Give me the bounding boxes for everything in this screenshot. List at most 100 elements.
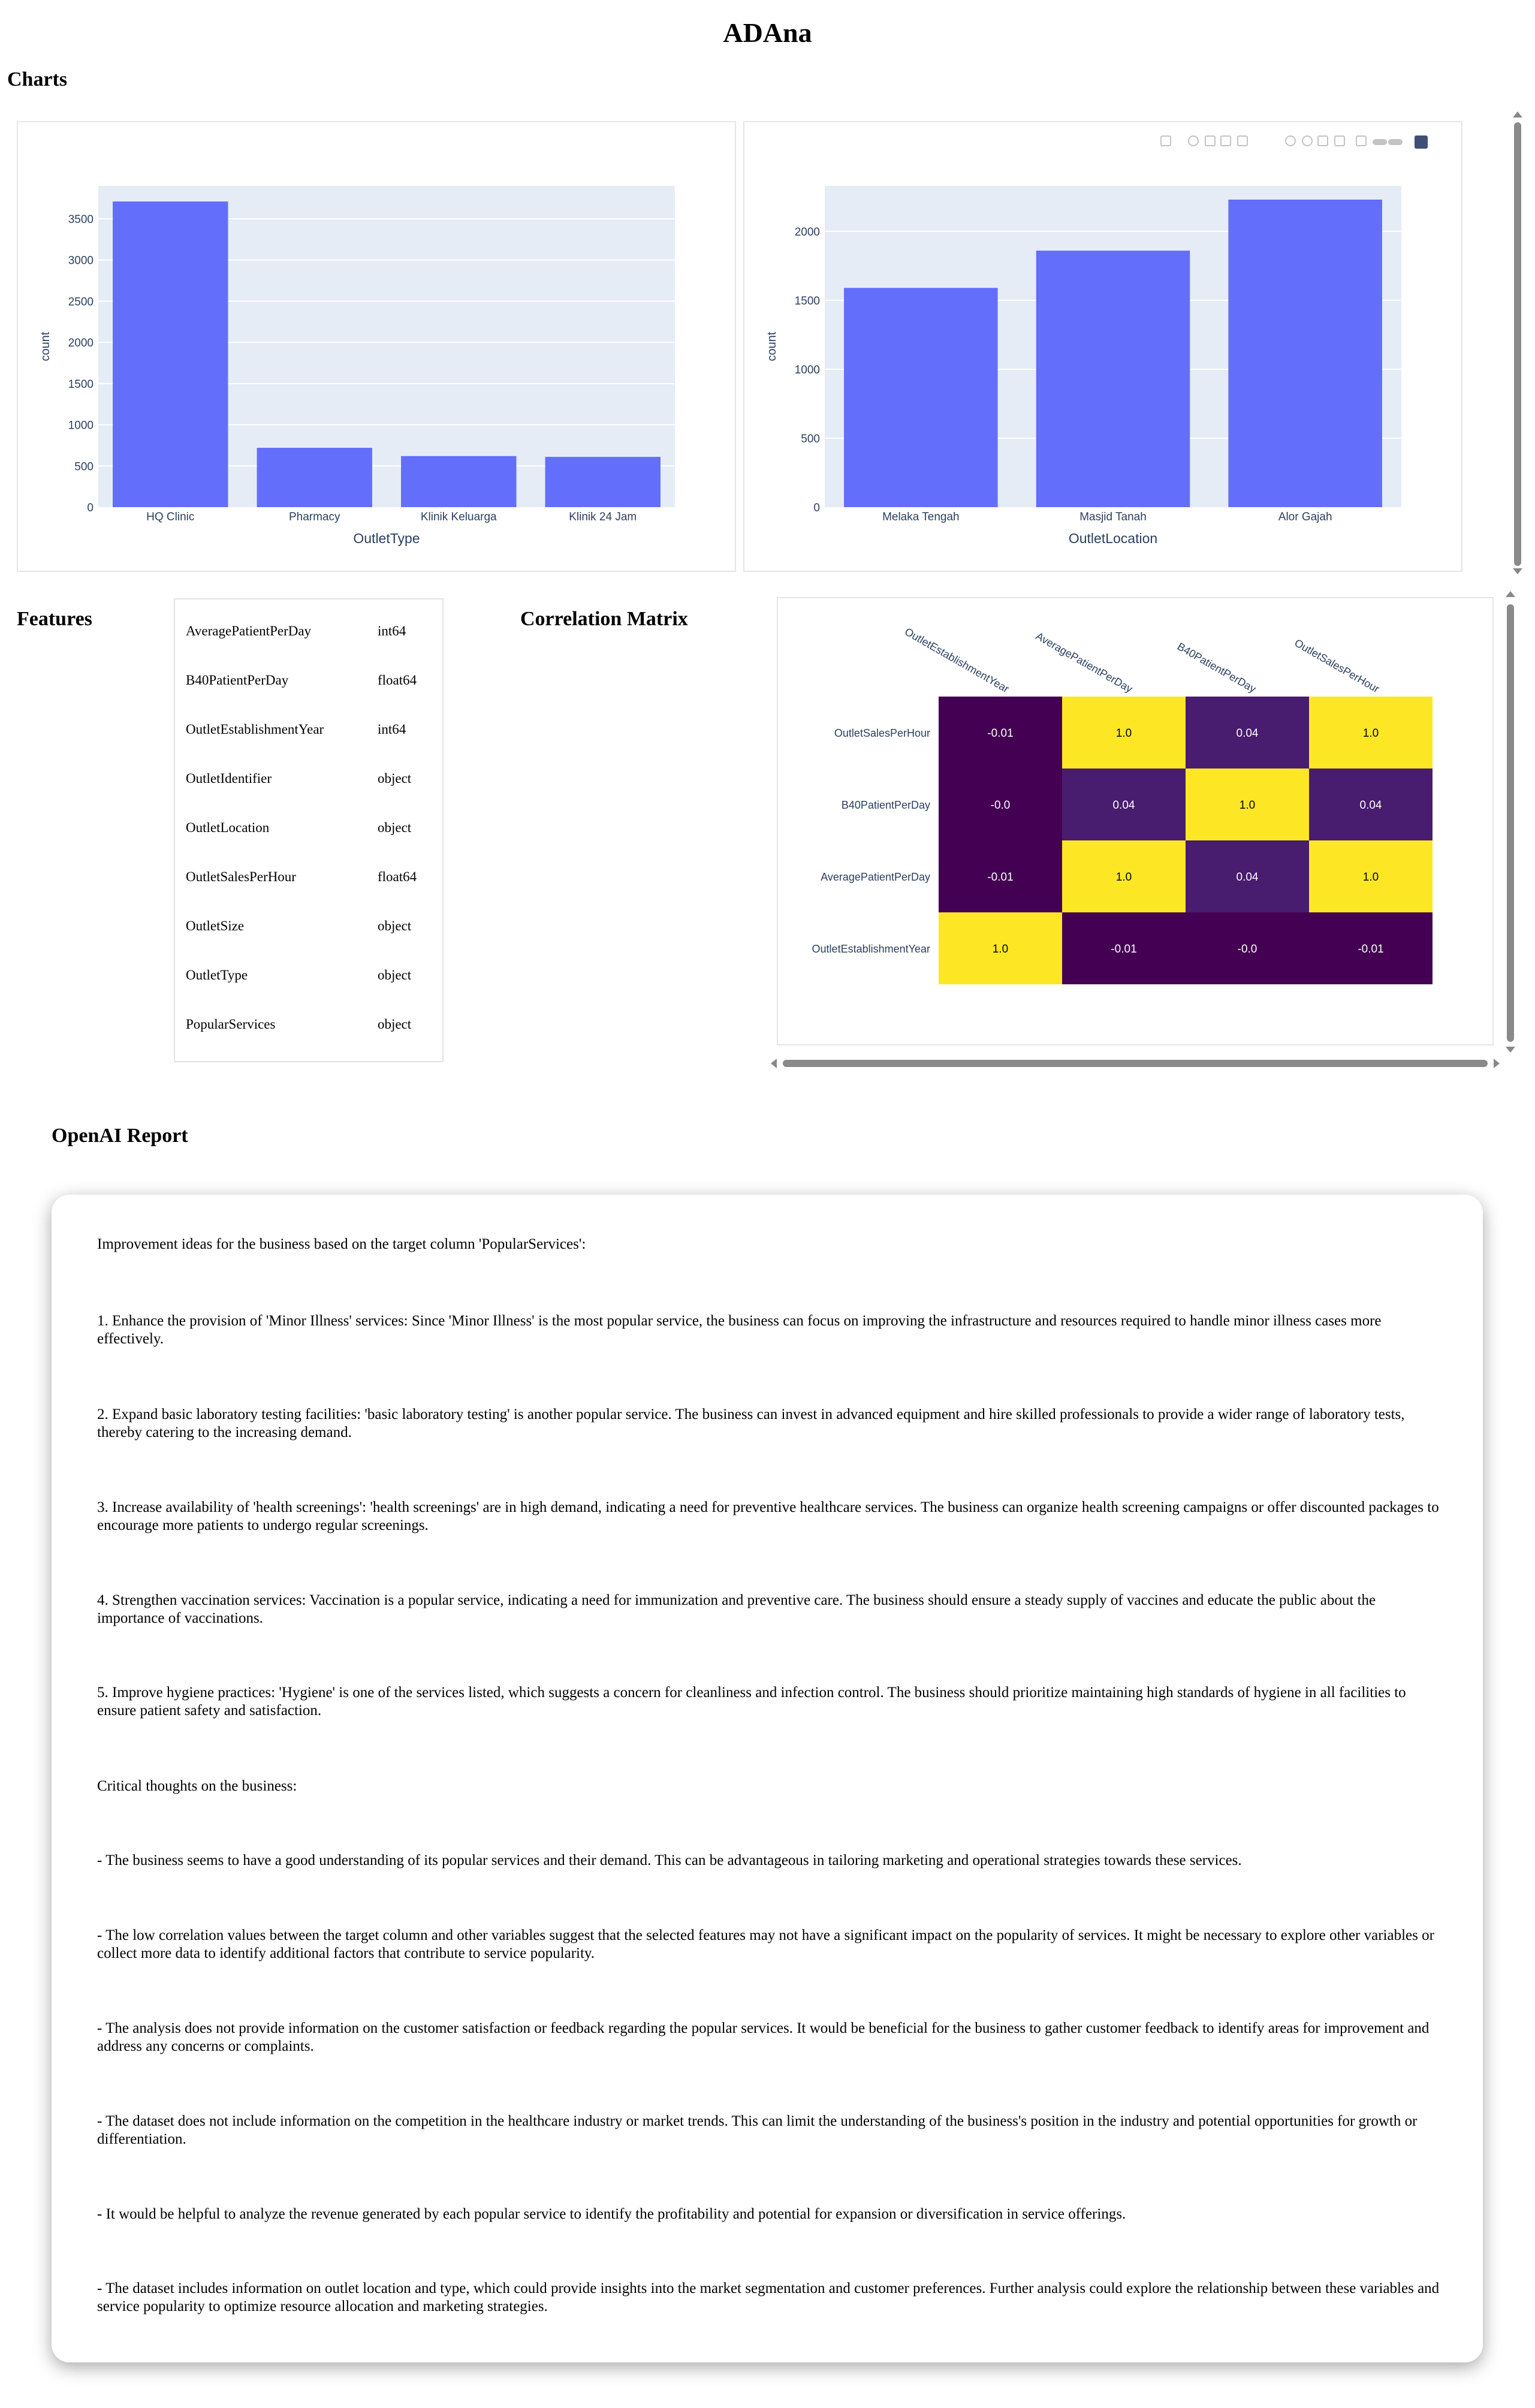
heatmap-cell-label: -0.01 [987, 871, 1013, 884]
report-paragraph: 2. Expand basic laboratory testing facil… [97, 1406, 1405, 1440]
heatmap-col-label: B40PatientPerDay [1175, 640, 1258, 695]
feature-dtype: object [378, 1017, 412, 1032]
outlet-location-ytick-label: 2000 [795, 226, 820, 239]
heatmap-cell-label: 1.0 [1363, 727, 1379, 740]
heatmap-scroll-right-arrow[interactable] [1494, 1059, 1500, 1068]
correlation-heatmap[interactable]: OutletSalesPerHour -0.01 1.0 0.04 1.0 B40Pati… [778, 598, 1492, 1044]
feature-name: PopularServices [186, 1017, 276, 1032]
heatmap-cell-label: 1.0 [1116, 871, 1132, 884]
outlet-location-xtick-label: Melaka Tengah [882, 511, 960, 523]
feature-dtype: object [378, 968, 412, 983]
chart-outlet-type-frame: 0 500 1000 1500 2000 2500 3000 3500 HQ Clinic Pha… [17, 121, 736, 572]
hover-closest-icon[interactable] [1373, 139, 1387, 145]
outlet-type-bar[interactable] [545, 457, 661, 507]
outlet-location-bar[interactable] [1228, 200, 1382, 507]
spike-lines-icon[interactable] [1356, 135, 1367, 146]
hover-compare-icon[interactable] [1388, 139, 1403, 145]
report-paragraph: - The dataset includes information on ou… [97, 2280, 1440, 2314]
app-title: ADAna [723, 17, 812, 48]
outlet-type-bar[interactable] [401, 456, 517, 507]
feature-dtype: object [378, 771, 412, 786]
outlet-type-xtick-label: Klinik 24 Jam [569, 511, 637, 523]
outlet-location-xtick-label: Alor Gajah [1278, 511, 1332, 523]
pan-icon[interactable] [1205, 135, 1216, 146]
heatmap-cell-label: 1.0 [1116, 727, 1132, 740]
outlet-location-ytick-label: 1000 [795, 364, 820, 376]
outlet-location-bar[interactable] [844, 288, 998, 507]
feature-dtype: int64 [378, 722, 406, 737]
outlet-location-ytick-label: 1500 [795, 295, 820, 308]
outlet-location-xaxis-title: OutletLocation [1069, 531, 1157, 546]
feature-dtype: float64 [378, 869, 417, 884]
outlet-type-bar-chart[interactable]: 0 500 1000 1500 2000 2500 3000 3500 HQ Clinic Pha… [18, 122, 735, 571]
outlet-location-ytick-label: 0 [813, 502, 820, 514]
report-paragraph: 5. Improve hygiene practices: 'Hygiene' … [97, 1684, 1406, 1719]
outlet-location-yaxis-title: count [765, 331, 779, 361]
report-paragraph: Improvement ideas for the business based… [97, 1236, 586, 1252]
report-card: Improvement ideas for the business based… [52, 1195, 1483, 2362]
heatmap-cell-label: -0.01 [987, 727, 1013, 740]
reset-axes-icon[interactable] [1334, 135, 1345, 146]
camera-icon[interactable] [1160, 135, 1171, 146]
outlet-type-yaxis-title: count [39, 331, 52, 361]
outlet-type-bar[interactable] [113, 201, 228, 507]
heatmap-col-label: OutletSalesPerHour [1292, 637, 1382, 695]
report-paragraph: 1. Enhance the provision of 'Minor Illne… [97, 1313, 1382, 1347]
outlet-location-bar-chart[interactable]: 0 500 1000 1500 2000 Melaka Tengah Masjid Tana… [744, 122, 1461, 571]
report-paragraph: 3. Increase availability of 'health scre… [97, 1499, 1439, 1533]
report-paragraph: - The low correlation values between the… [97, 1927, 1434, 1961]
outlet-location-xtick-label: Masjid Tanah [1079, 511, 1147, 523]
feature-name: B40PatientPerDay [186, 673, 289, 688]
report-paragraph: - The analysis does not provide informat… [97, 2020, 1430, 2054]
report-paragraph: Critical thoughts on the business: [97, 1778, 297, 1794]
plotly-logo-icon[interactable] [1415, 135, 1428, 149]
feature-name: OutletSize [186, 918, 245, 933]
charts-scrollbar[interactable] [1514, 122, 1521, 566]
correlation-frame: OutletSalesPerHour -0.01 1.0 0.04 1.0 B40Pati… [777, 597, 1494, 1045]
heatmap-cell-label: 1.0 [1240, 799, 1255, 812]
heatmap-vscrollbar[interactable] [1507, 604, 1514, 1042]
report-paragraph: 4. Strengthen vaccination services: Vacc… [97, 1592, 1376, 1626]
feature-name: OutletSalesPerHour [186, 869, 296, 884]
heatmap-row-label: OutletEstablishmentYear [812, 943, 930, 955]
feature-name: OutletLocation [186, 820, 270, 835]
heatmap-row-label: OutletSalesPerHour [834, 727, 930, 739]
heatmap-scroll-down-arrow[interactable] [1506, 1047, 1515, 1053]
chart-modebar [1160, 133, 1472, 151]
feature-dtype: object [378, 820, 412, 835]
heatmap-cell-label: 0.04 [1360, 799, 1382, 812]
autoscale-icon[interactable] [1317, 135, 1328, 146]
outlet-type-ytick-label: 1500 [68, 378, 94, 391]
heatmap-scroll-left-arrow[interactable] [771, 1059, 777, 1068]
scroll-up-arrow[interactable] [1513, 111, 1522, 117]
outlet-type-xtick-label: Pharmacy [289, 511, 340, 523]
zoom-out-icon[interactable] [1302, 135, 1313, 146]
outlet-type-xtick-label: HQ Clinic [146, 511, 194, 523]
scroll-down-arrow[interactable] [1513, 568, 1522, 574]
heatmap-cell-label: -0.0 [991, 799, 1011, 812]
outlet-type-ytick-label: 3500 [68, 213, 94, 226]
heatmap-hscrollbar[interactable] [783, 1060, 1488, 1067]
feature-name: OutletEstablishmentYear [186, 722, 324, 737]
heatmap-cell-label: 0.04 [1237, 727, 1259, 740]
outlet-type-ytick-label: 2000 [68, 337, 94, 349]
zoom-in-icon[interactable] [1285, 135, 1296, 146]
heatmap-scroll-up-arrow[interactable] [1506, 591, 1515, 597]
outlet-type-xaxis-title: OutletType [353, 531, 420, 546]
heatmap-cell-label: 0.04 [1113, 799, 1135, 812]
outlet-type-ytick-label: 2500 [68, 296, 94, 308]
outlet-type-bar[interactable] [257, 448, 372, 507]
heatmap-row-label: B40PatientPerDay [842, 799, 930, 811]
lasso-select-icon[interactable] [1237, 135, 1248, 146]
feature-name: AveragePatientPerDay [186, 623, 312, 638]
heatmap-cell-label: 0.04 [1237, 871, 1259, 884]
zoom-icon[interactable] [1188, 135, 1199, 146]
outlet-location-ytick-label: 500 [801, 433, 820, 445]
feature-name: OutletType [186, 968, 248, 983]
box-select-icon[interactable] [1220, 135, 1231, 146]
outlet-type-ytick-label: 1000 [68, 420, 94, 432]
report-paragraph: - The dataset does not include informati… [97, 2113, 1418, 2147]
outlet-type-ytick-label: 3000 [68, 255, 94, 267]
outlet-location-bar[interactable] [1036, 251, 1190, 507]
chart-outlet-location-frame: 0 500 1000 1500 2000 Melaka Tengah Masjid Tana… [743, 121, 1462, 572]
